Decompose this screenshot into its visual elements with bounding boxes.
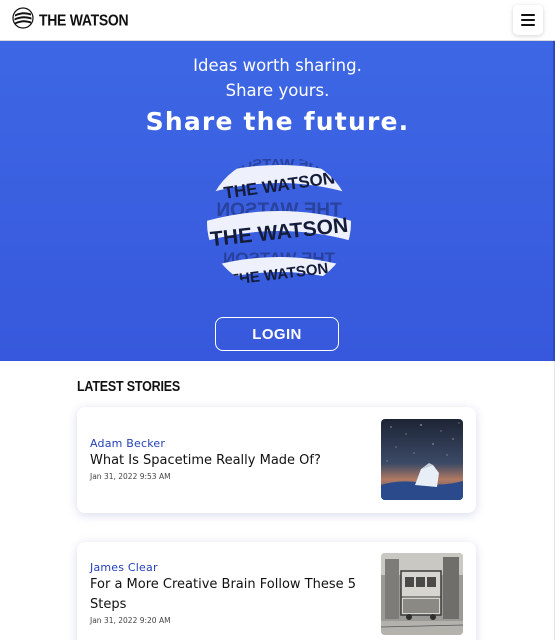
story-date: Jan 31, 2022 9:53 AM [90, 472, 171, 481]
hamburger-menu-button[interactable] [513, 5, 543, 35]
story-card[interactable]: Adam Becker What Is Spacetime Really Mad… [77, 407, 476, 513]
story-card-text: Adam Becker What Is Spacetime Really Mad… [90, 437, 365, 481]
story-card-text: James Clear For a More Creative Brain Fo… [90, 561, 365, 625]
login-button[interactable]: LOGIN [215, 317, 339, 351]
hamburger-menu-icon [521, 14, 535, 16]
hamburger-menu-icon-bar [521, 24, 535, 26]
watson-logo-icon [12, 7, 34, 33]
hero-tagline-1: Ideas worth sharing. [193, 56, 362, 75]
brand-name: THE WATSON [39, 11, 129, 29]
hero-section: Ideas worth sharing. Share yours. Share … [0, 41, 555, 361]
vintage-tram-photo[interactable] [381, 553, 463, 635]
hero-title: Share the future. [145, 107, 410, 136]
top-header: THE WATSON [0, 0, 555, 41]
section-title: LATEST STORIES [77, 378, 180, 395]
hero-tagline-2: Share yours. [225, 81, 330, 100]
story-title[interactable]: What Is Spacetime Really Made Of? [90, 451, 365, 471]
page: THE WATSON Ideas worth sharing. Share yo… [0, 0, 555, 640]
brand[interactable]: THE WATSON [12, 7, 129, 33]
watson-globe-graphic: THE WATSON THE WATSON THE WATSON THE WAT… [204, 153, 354, 293]
latest-stories-section: LATEST STORIES [0, 361, 555, 394]
night-sky-photo[interactable] [381, 419, 463, 500]
story-author-link[interactable]: James Clear [90, 561, 365, 574]
story-author-link[interactable]: Adam Becker [90, 437, 365, 450]
hamburger-menu-icon-bar [521, 19, 535, 21]
story-card[interactable]: James Clear For a More Creative Brain Fo… [77, 542, 476, 640]
story-date: Jan 31, 2022 9:20 AM [90, 616, 171, 625]
story-title[interactable]: For a More Creative Brain Follow These 5… [90, 575, 365, 615]
